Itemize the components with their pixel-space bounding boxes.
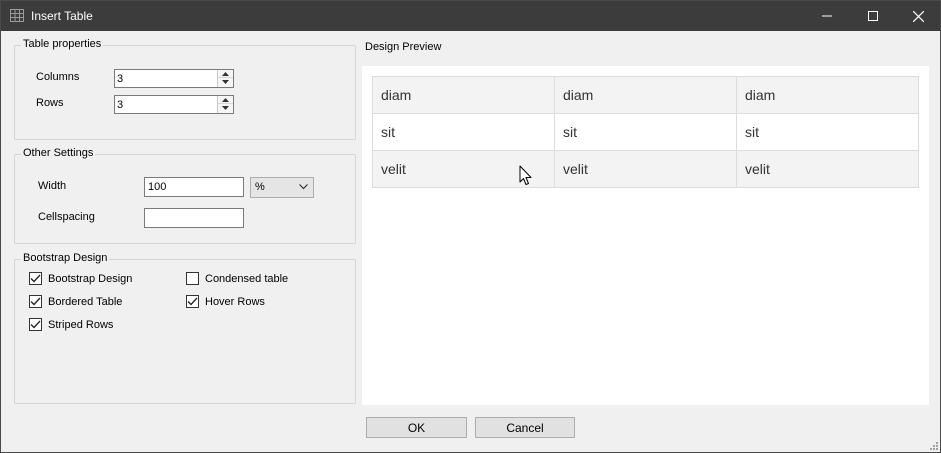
checkmark-icon [187, 297, 198, 306]
width-label: Width [38, 180, 67, 192]
rows-down-button[interactable] [218, 104, 233, 112]
ok-button[interactable]: OK [366, 417, 467, 438]
group-title: Bootstrap Design [21, 252, 110, 264]
insert-table-dialog: Insert Table Table properties Columns Ro… [0, 0, 941, 453]
columns-up-button[interactable] [218, 70, 233, 78]
minimize-button[interactable] [804, 1, 850, 31]
other-settings-group: Other Settings [14, 147, 356, 244]
maximize-icon [868, 11, 878, 21]
spin-down-icon [222, 106, 229, 110]
checkmark-icon [30, 320, 41, 329]
checkbox-label: Hover Rows [205, 295, 265, 308]
table-cell: sit [736, 113, 919, 151]
rows-label: Rows [36, 97, 64, 109]
table-cell: velit [736, 150, 919, 188]
resize-grip-icon[interactable] [928, 440, 939, 451]
striped-rows-checkbox[interactable]: Striped Rows [29, 318, 113, 331]
preview-table: diam diam diam sit sit sit velit velit v… [372, 76, 919, 188]
columns-input[interactable] [115, 70, 217, 87]
columns-stepper[interactable] [114, 69, 234, 88]
chevron-down-icon [299, 184, 308, 190]
cancel-button[interactable]: Cancel [475, 417, 575, 438]
group-title: Other Settings [21, 147, 96, 159]
table-row: velit velit velit [372, 150, 919, 188]
title-bar[interactable]: Insert Table [1, 1, 940, 31]
table-cell: diam [736, 76, 919, 114]
table-cell: diam [554, 76, 737, 114]
table-cell: sit [554, 113, 737, 151]
table-cell: diam [372, 76, 555, 114]
mouse-cursor-icon [519, 165, 532, 185]
close-icon [912, 10, 924, 22]
bootstrap-design-checkbox[interactable]: Bootstrap Design [29, 272, 132, 285]
width-input[interactable] [145, 178, 243, 196]
checkmark-icon [30, 274, 41, 283]
checkbox-label: Bootstrap Design [48, 272, 133, 285]
table-properties-group: Table properties [14, 38, 356, 140]
cellspacing-input[interactable] [145, 209, 243, 227]
table-icon [10, 9, 24, 22]
cellspacing-field[interactable] [144, 208, 244, 228]
close-button[interactable] [895, 1, 941, 31]
rows-up-button[interactable] [218, 96, 233, 104]
group-title: Table properties [21, 38, 104, 50]
minimize-icon [822, 15, 832, 17]
cellspacing-label: Cellspacing [38, 211, 95, 223]
rows-stepper[interactable] [114, 95, 234, 114]
width-field[interactable] [144, 177, 244, 197]
table-row: diam diam diam [372, 76, 919, 114]
design-preview-panel: diam diam diam sit sit sit velit velit v… [362, 66, 929, 405]
spin-up-icon [222, 71, 229, 76]
spin-up-icon [222, 97, 229, 102]
checkmark-icon [30, 297, 41, 306]
rows-input[interactable] [115, 96, 217, 113]
condensed-table-checkbox[interactable]: Condensed table [186, 272, 288, 285]
width-unit-select[interactable]: % [250, 177, 314, 198]
checkbox-label: Condensed table [205, 272, 289, 285]
hover-rows-checkbox[interactable]: Hover Rows [186, 295, 265, 308]
maximize-button[interactable] [850, 1, 896, 31]
design-preview-label: Design Preview [365, 41, 442, 53]
checkbox-label: Bordered Table [48, 295, 123, 308]
columns-down-button[interactable] [218, 78, 233, 86]
bordered-table-checkbox[interactable]: Bordered Table [29, 295, 122, 308]
checkbox-label: Striped Rows [48, 318, 114, 331]
width-unit-value: % [255, 181, 265, 193]
table-cell: sit [372, 113, 555, 151]
window-title: Insert Table [31, 9, 93, 23]
columns-label: Columns [36, 71, 80, 83]
table-cell: velit [554, 150, 737, 188]
table-row: sit sit sit [372, 113, 919, 151]
spin-down-icon [222, 80, 229, 84]
